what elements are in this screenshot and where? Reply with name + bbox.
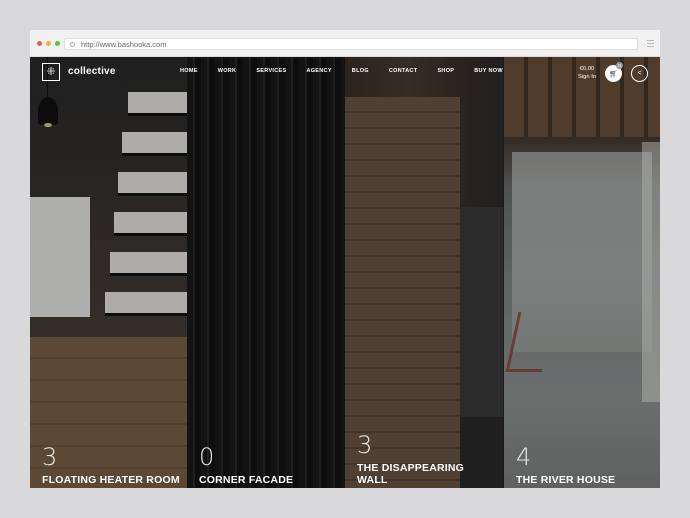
project-panel-1[interactable]: 3 FLOATING HEATER ROOM (30, 57, 188, 488)
window-controls (37, 41, 60, 46)
nav-agency[interactable]: AGENCY (306, 68, 331, 74)
project-panel-3[interactable]: 3 THE DISAPPEARING WALL (345, 57, 503, 488)
sign-in-link[interactable]: Sign In (578, 73, 596, 81)
main-nav: HOME WORK SERVICES AGENCY BLOG CONTACT S… (180, 68, 503, 74)
cart-count-badge: 0 (616, 62, 623, 69)
share-button[interactable]: < (631, 65, 648, 82)
cart-info: €0.00 Sign In (578, 65, 596, 81)
logo-icon[interactable]: ⁜ (42, 63, 60, 81)
nav-work[interactable]: WORK (218, 68, 237, 74)
nav-blog[interactable]: BLOG (352, 68, 369, 74)
nav-home[interactable]: HOME (180, 68, 198, 74)
maximize-window-icon[interactable] (55, 41, 60, 46)
cart-total[interactable]: €0.00 (578, 65, 596, 73)
project-title[interactable]: FLOATING HEATER ROOM (42, 474, 182, 488)
share-icon: < (637, 70, 642, 77)
project-number: 4 (516, 443, 532, 471)
project-caption: 0 CORNER FACADE (199, 444, 339, 488)
project-number: 3 (42, 443, 58, 471)
browser-toolbar: http://www.bashooka.com (30, 30, 660, 57)
website-content: 3 FLOATING HEATER ROOM 0 CORNER FACADE 3… (30, 57, 660, 488)
project-panel-2[interactable]: 0 CORNER FACADE (187, 57, 345, 488)
site-header: ⁜ collective HOME WORK SERVICES AGENCY B… (30, 57, 660, 87)
logo-text[interactable]: collective (68, 66, 116, 77)
project-caption: 4 THE RIVER HOUSE (516, 444, 656, 488)
minimize-window-icon[interactable] (46, 41, 51, 46)
browser-window: http://www.bashooka.com 3 FLOATING HEATE… (30, 30, 660, 488)
hamburger-menu-icon[interactable] (647, 40, 654, 47)
project-title[interactable]: CORNER FACADE (199, 474, 339, 488)
project-number: 3 (357, 431, 373, 459)
nav-contact[interactable]: CONTACT (389, 68, 418, 74)
url-text[interactable]: http://www.bashooka.com (81, 40, 166, 49)
project-title[interactable]: THE DISAPPEARING WALL (357, 462, 497, 488)
shopping-cart-icon: 🛒︎ (609, 70, 618, 78)
project-title[interactable]: THE RIVER HOUSE (516, 474, 656, 488)
nav-shop[interactable]: SHOP (437, 68, 454, 74)
nav-buy-now[interactable]: BUY NOW (474, 68, 503, 74)
globe-icon (70, 41, 75, 47)
project-panel-4[interactable]: 4 THE RIVER HOUSE (504, 57, 660, 488)
nav-services[interactable]: SERVICES (256, 68, 286, 74)
project-number: 0 (199, 443, 215, 471)
close-window-icon[interactable] (37, 41, 42, 46)
address-bar[interactable]: http://www.bashooka.com (64, 38, 638, 50)
project-caption: 3 THE DISAPPEARING WALL (357, 432, 497, 488)
project-caption: 3 FLOATING HEATER ROOM (42, 444, 182, 488)
